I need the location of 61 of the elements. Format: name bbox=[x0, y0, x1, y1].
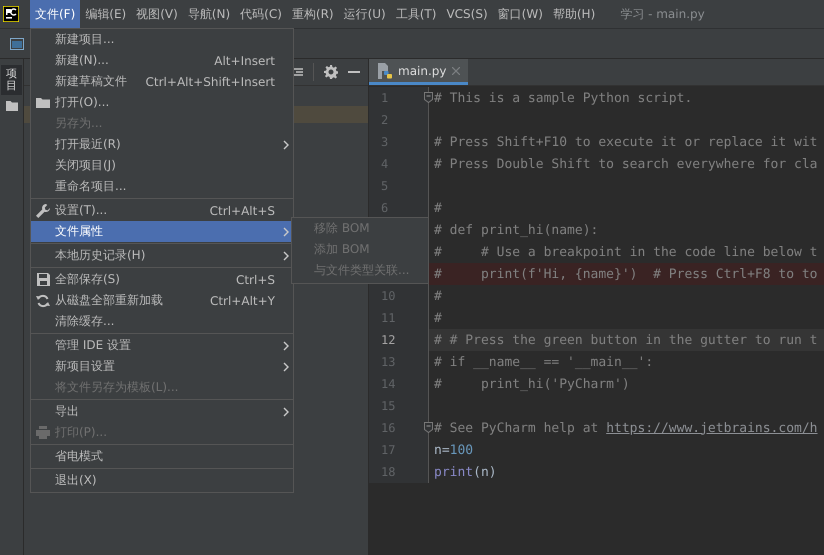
window-title: 学习 - main.py bbox=[620, 6, 705, 22]
menu-item[interactable]: 从磁盘全部重新加载 Ctrl+Alt+Y bbox=[31, 290, 293, 311]
menu-item[interactable]: 新项目设置 bbox=[31, 356, 293, 377]
menu-title[interactable]: 帮助(H) bbox=[548, 0, 600, 28]
menu-title[interactable]: 代码(C) bbox=[235, 0, 287, 28]
menu-title[interactable]: 窗口(W) bbox=[492, 0, 548, 28]
code-line: # print_hi('PyCharm') bbox=[433, 376, 631, 394]
reload-icon bbox=[36, 294, 50, 308]
menu-item[interactable]: 设置(T)... Ctrl+Alt+S bbox=[31, 200, 293, 221]
code-line: # See PyCharm help at https://www.jetbrains.com/h bbox=[433, 420, 819, 438]
code-line: # bbox=[433, 200, 443, 218]
project-tool-tab[interactable]: 项目 bbox=[1, 65, 22, 96]
code-line: # This is a sample Python script. bbox=[433, 90, 694, 108]
menu-item[interactable]: 管理 IDE 设置 bbox=[31, 335, 293, 356]
fold-marker-icon[interactable] bbox=[424, 422, 433, 433]
menu-title[interactable]: 导航(N) bbox=[182, 0, 236, 28]
code-link[interactable]: https://www.jetbrains.com/h bbox=[606, 420, 818, 436]
editor-tab[interactable]: main.py bbox=[369, 59, 468, 85]
code-line: # def print_hi(name): bbox=[433, 222, 600, 240]
menu-item[interactable]: 退出(X) bbox=[31, 470, 293, 491]
code-line: # Press Double Shift to search everywhere for cla bbox=[433, 156, 819, 174]
menu-item[interactable]: 文件属性 bbox=[31, 221, 293, 242]
menu-title[interactable]: 重构(R) bbox=[286, 0, 339, 28]
menu-item[interactable]: 关闭项目(J) bbox=[31, 155, 293, 176]
menu-item[interactable]: 清除缓存... bbox=[31, 311, 293, 332]
menu-item[interactable]: 重命名项目... bbox=[31, 176, 293, 197]
menu-item[interactable]: 本地历史记录(H) bbox=[31, 245, 293, 266]
menu-item[interactable]: 导出 bbox=[31, 401, 293, 422]
menu-title[interactable]: 视图(V) bbox=[131, 0, 183, 28]
line-number: 12 bbox=[380, 333, 396, 347]
fold-marker-icon[interactable] bbox=[424, 92, 433, 103]
folder-icon bbox=[36, 97, 50, 108]
folder-icon[interactable] bbox=[6, 101, 18, 112]
window-icon[interactable] bbox=[10, 38, 24, 50]
menu-item[interactable]: 省电模式 bbox=[31, 446, 293, 467]
code-line: # bbox=[433, 288, 443, 306]
code-line: # # Use a breakpoint in the code line below t bbox=[433, 244, 819, 262]
app-logo-icon bbox=[3, 6, 19, 22]
menu-item[interactable]: 全部保存(S) Ctrl+S bbox=[31, 269, 293, 290]
printer-icon bbox=[36, 426, 50, 439]
menu-title[interactable]: 编辑(E) bbox=[80, 0, 132, 28]
code-line: # Press Shift+F10 to execute it or replace it wit bbox=[433, 134, 819, 152]
tab-label: main.py bbox=[398, 64, 447, 78]
menu-title[interactable]: 文件(F) bbox=[30, 0, 80, 28]
menu-title[interactable]: 工具(T) bbox=[390, 0, 442, 28]
code-line: n=100 bbox=[433, 442, 474, 460]
menu-item[interactable]: 新建项目... bbox=[31, 29, 293, 50]
menu-title[interactable]: 运行(U) bbox=[338, 0, 391, 28]
code-line: print(n) bbox=[433, 464, 498, 482]
menu-item[interactable]: 新建(N)... Alt+Insert bbox=[31, 50, 293, 71]
settings-icon[interactable] bbox=[324, 65, 338, 79]
collapse-icon[interactable] bbox=[293, 67, 303, 77]
python-file-icon bbox=[377, 62, 393, 78]
menu-title[interactable]: VCS(S) bbox=[441, 0, 493, 28]
save-icon bbox=[36, 273, 50, 286]
menu-item[interactable]: 打开(O)... bbox=[31, 92, 293, 113]
code-line: # bbox=[433, 310, 443, 328]
wrench-icon bbox=[36, 204, 50, 218]
menu-item[interactable]: 打开最近(R) bbox=[31, 134, 293, 155]
menu-item[interactable]: 新建草稿文件 Ctrl+Alt+Shift+Insert bbox=[31, 71, 293, 92]
code-line: # if __name__ == '__main__': bbox=[433, 354, 654, 372]
